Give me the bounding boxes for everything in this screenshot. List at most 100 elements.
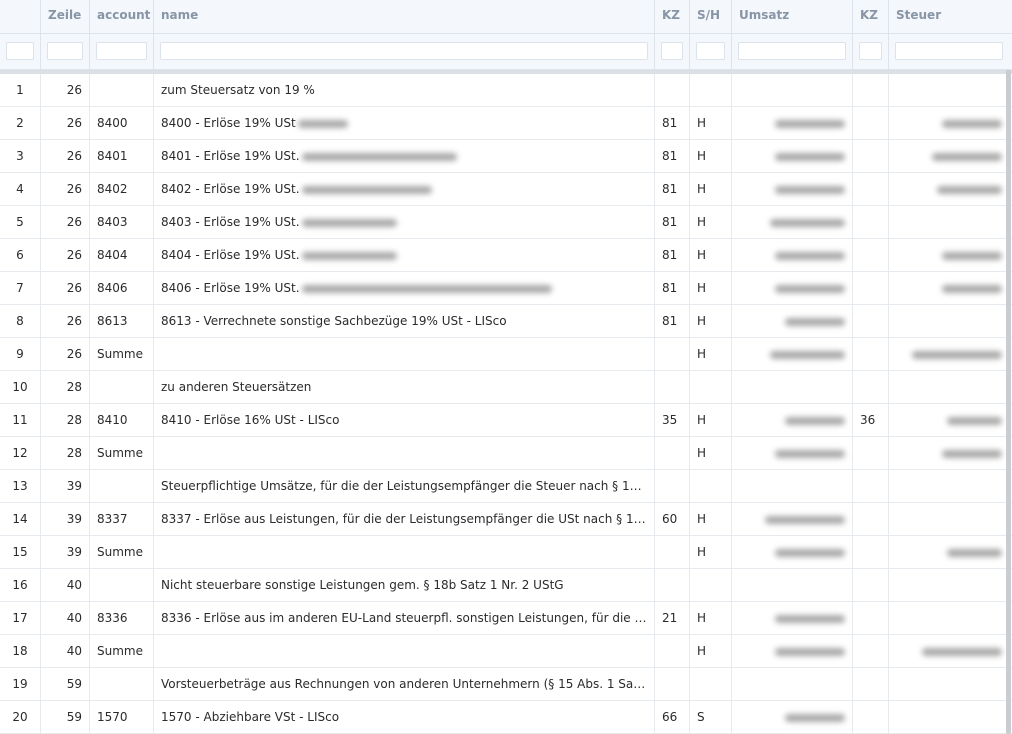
cell-umsatz [732, 74, 853, 106]
cell-zeile-text: 26 [66, 248, 82, 262]
col-header-steuer[interactable]: Steuer [889, 0, 1009, 33]
cell-kz-text: 81 [662, 215, 678, 229]
cell-steuer [889, 602, 1009, 634]
col-header-umsatz[interactable]: Umsatz [732, 0, 853, 33]
cell-account: 1570 [90, 701, 154, 733]
vertical-scrollbar[interactable] [1006, 70, 1011, 734]
cell-umsatz [732, 206, 853, 238]
table-row[interactable]: 13 39 Steuerpflichtige Umsätze, für die de… [0, 470, 1012, 503]
filter-input-name[interactable] [160, 42, 648, 60]
table-row[interactable]: 5 26 8403 8403 - Erlöse 19% USt. 81 H [0, 206, 1012, 239]
table-row[interactable]: 17 40 8336 8336 - Erlöse aus im anderen EU-… [0, 602, 1012, 635]
table-row[interactable]: 7 26 8406 8406 - Erlöse 19% USt. 81 H [0, 272, 1012, 305]
cell-zeile: 26 [41, 239, 90, 271]
col-header-name[interactable]: name [154, 0, 655, 33]
filter-input-umsatz[interactable] [738, 42, 846, 60]
cell-zeile-text: 26 [66, 116, 82, 130]
cell-index: 17 [0, 602, 41, 634]
table-row[interactable]: 2 26 8400 8400 - Erlöse 19% USt 81 H [0, 107, 1012, 140]
cell-index-text: 12 [12, 446, 28, 460]
col-header-zeile[interactable]: Zeile [41, 0, 90, 33]
redacted-text [301, 185, 432, 194]
cell-sh: H [690, 305, 732, 337]
cell-sh: S [690, 701, 732, 733]
redacted-value [937, 185, 1002, 194]
table-row[interactable]: 15 39 Summe H [0, 536, 1012, 569]
cell-kz: 21 [655, 602, 690, 634]
filter-input-steuer[interactable] [895, 42, 1003, 60]
cell-account-text: 8404 [97, 248, 128, 262]
table-row[interactable]: 9 26 Summe H [0, 338, 1012, 371]
table-row[interactable]: 18 40 Summe H [0, 635, 1012, 668]
cell-index: 5 [0, 206, 41, 238]
cell-umsatz [732, 635, 853, 667]
cell-steuer [889, 503, 1009, 535]
cell-kz [655, 635, 690, 667]
table-row[interactable]: 1 26 zum Steuersatz von 19 % [0, 74, 1012, 107]
table-row[interactable]: 16 40 Nicht steuerbare sonstige Leistungen… [0, 569, 1012, 602]
cell-name: 8400 - Erlöse 19% USt [154, 107, 655, 139]
cell-sh: H [690, 602, 732, 634]
table-row[interactable]: 8 26 8613 8613 - Verrechnete sonstige Sachb… [0, 305, 1012, 338]
table-row[interactable]: 11 28 8410 8410 - Erlöse 16% USt - LISco 35 H… [0, 404, 1012, 437]
cell-name-text: 8401 - Erlöse 19% USt. [161, 149, 300, 163]
cell-name: 8337 - Erlöse aus Leistungen, für die de… [154, 503, 655, 535]
redacted-value [785, 416, 845, 425]
col-header-account[interactable]: account [90, 0, 154, 33]
cell-kz: 81 [655, 107, 690, 139]
cell-account [90, 74, 154, 106]
filter-input-kz[interactable] [661, 42, 683, 60]
table-row[interactable]: 6 26 8404 8404 - Erlöse 19% USt. 81 H [0, 239, 1012, 272]
filter-input-zeile[interactable] [47, 42, 83, 60]
redacted-value [775, 251, 845, 260]
table-row[interactable]: 19 59 Vorsteuerbeträge aus Rechnungen von … [0, 668, 1012, 701]
cell-sh-text: H [697, 281, 707, 295]
cell-index: 16 [0, 569, 41, 601]
cell-steuer [889, 470, 1009, 502]
filter-input-account[interactable] [96, 42, 147, 60]
cell-sh: H [690, 107, 732, 139]
table-row[interactable]: 12 28 Summe H [0, 437, 1012, 470]
cell-index: 8 [0, 305, 41, 337]
cell-account: Summe [90, 437, 154, 469]
cell-index: 20 [0, 701, 41, 733]
table-row[interactable]: 4 26 8402 8402 - Erlöse 19% USt. 81 H [0, 173, 1012, 206]
cell-kz2 [853, 338, 889, 370]
redacted-value [770, 350, 845, 359]
cell-kz: 81 [655, 239, 690, 271]
cell-kz [655, 536, 690, 568]
cell-kz2 [853, 437, 889, 469]
cell-name: 8336 - Erlöse aus im anderen EU-Land ste… [154, 602, 655, 634]
cell-zeile: 26 [41, 173, 90, 205]
cell-kz2 [853, 74, 889, 106]
cell-sh: H [690, 503, 732, 535]
table-row[interactable]: 14 39 8337 8337 - Erlöse aus Leistungen, fü… [0, 503, 1012, 536]
table-row[interactable]: 20 59 1570 1570 - Abziehbare VSt - LISco 66 S [0, 701, 1012, 734]
table-row[interactable]: 10 28 zu anderen Steuersätzen [0, 371, 1012, 404]
col-header-kz[interactable]: KZ [655, 0, 690, 33]
cell-name-text: 8403 - Erlöse 19% USt. [161, 215, 300, 229]
cell-index-text: 10 [12, 380, 28, 394]
col-header-sh[interactable]: S/H [690, 0, 732, 33]
table-row[interactable]: 3 26 8401 8401 - Erlöse 19% USt. 81 H [0, 140, 1012, 173]
cell-index-text: 4 [16, 182, 24, 196]
cell-umsatz [732, 470, 853, 502]
cell-account: Summe [90, 338, 154, 370]
redacted-text [301, 251, 397, 260]
cell-sh: H [690, 173, 732, 205]
filter-input-sh[interactable] [696, 42, 725, 60]
cell-sh-text: H [697, 545, 707, 559]
filter-input-index[interactable] [6, 42, 34, 60]
cell-index-text: 16 [12, 578, 28, 592]
cell-name [154, 536, 655, 568]
cell-sh: H [690, 272, 732, 304]
cell-index-text: 6 [16, 248, 24, 262]
filter-input-kz2[interactable] [859, 42, 882, 60]
cell-name: 8402 - Erlöse 19% USt. [154, 173, 655, 205]
cell-sh [690, 470, 732, 502]
cell-zeile: 39 [41, 503, 90, 535]
cell-name-text: Vorsteuerbeträge aus Rechnungen von ande… [161, 677, 655, 691]
col-header-index[interactable] [0, 0, 41, 33]
col-header-kz2[interactable]: KZ [853, 0, 889, 33]
cell-kz-text: 66 [662, 710, 678, 724]
